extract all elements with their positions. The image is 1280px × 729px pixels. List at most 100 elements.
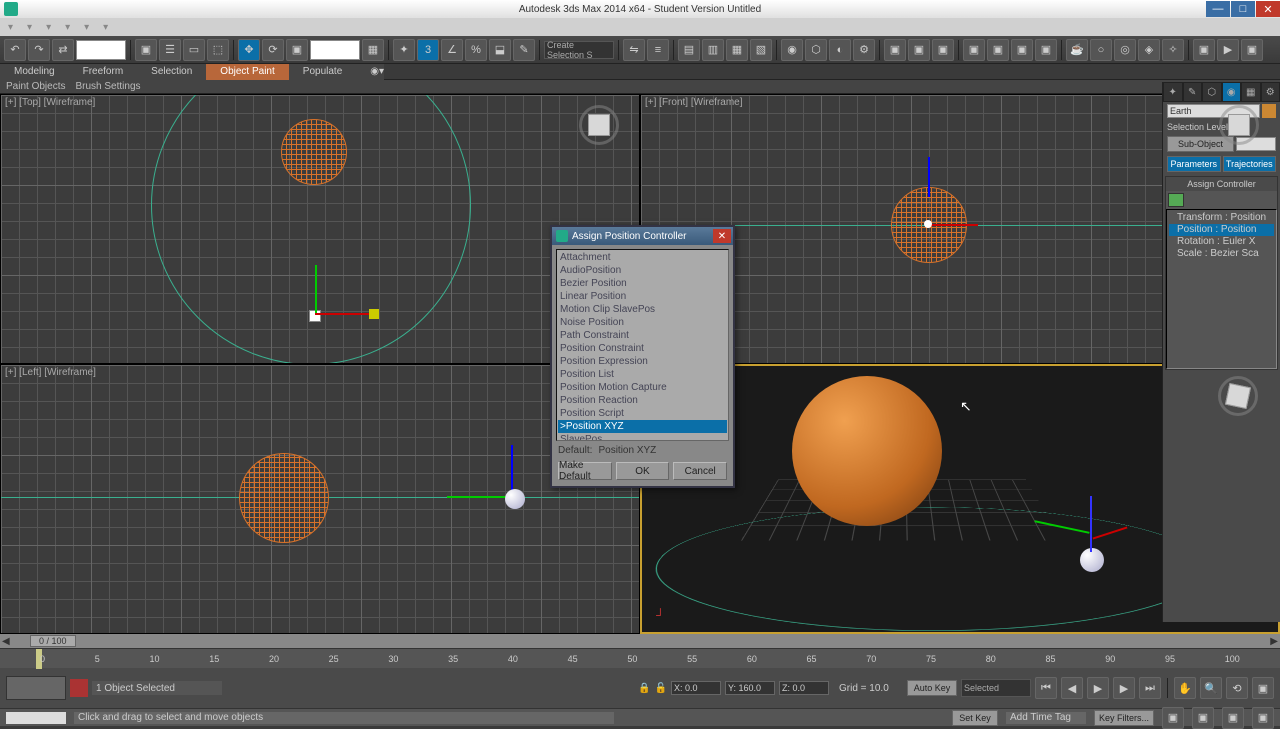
nav-zoom-button[interactable]: 🔍 [1200, 677, 1222, 699]
edit-named-sel-button[interactable]: ✎ [513, 39, 535, 61]
tree-item[interactable]: Scale : Bezier Sca [1169, 248, 1274, 260]
schematic-button[interactable]: ⬡ [805, 39, 827, 61]
minimize-button[interactable]: — [1206, 1, 1230, 17]
list-item[interactable]: Motion Clip SlavePos [558, 303, 727, 316]
align-button[interactable]: ≡ [647, 39, 669, 61]
play-next-button[interactable]: ▶ [1113, 677, 1135, 699]
controller-tree[interactable]: Transform : Position Position : Position… [1166, 209, 1277, 369]
cancel-button[interactable]: Cancel [673, 462, 727, 480]
r5-button[interactable]: ▣ [987, 39, 1009, 61]
o7-button[interactable]: ▣ [1241, 39, 1263, 61]
tab-freeform[interactable]: Freeform [69, 64, 138, 80]
cmdtab-hierarchy[interactable]: ⬡ [1202, 82, 1222, 102]
list-item[interactable]: Position Motion Capture [558, 381, 727, 394]
viewport-label[interactable]: [+] [Left] [Wireframe] [5, 367, 96, 378]
cmdtab-create[interactable]: ✦ [1163, 82, 1183, 102]
r2-button[interactable]: ▣ [908, 39, 930, 61]
play-start-button[interactable]: ⏮ [1035, 677, 1057, 699]
tab-populate[interactable]: Populate [289, 64, 356, 80]
coord-y[interactable]: Y: 160.0 [725, 681, 775, 695]
layers-button[interactable]: ▤ [678, 39, 700, 61]
axis-handle[interactable] [369, 309, 379, 319]
object-color-swatch[interactable] [1262, 104, 1276, 118]
viewport-left[interactable]: [+] [Left] [Wireframe] [0, 364, 640, 634]
close-button[interactable]: ✕ [1256, 1, 1280, 17]
o5-button[interactable]: ▣ [1193, 39, 1215, 61]
window-crossing-button[interactable]: ⬚ [207, 39, 229, 61]
nav2-2[interactable]: ▣ [1192, 707, 1214, 729]
curve-editor-button[interactable]: ◉ [781, 39, 803, 61]
layer4-button[interactable]: ▧ [750, 39, 772, 61]
menubar[interactable]: ▾▾▾▾▾▾ [0, 18, 1280, 36]
o4-button[interactable]: ✧ [1162, 39, 1184, 61]
nav-max-button[interactable]: ▣ [1252, 677, 1274, 699]
r7-button[interactable]: ▣ [1035, 39, 1057, 61]
o3-button[interactable]: ◈ [1138, 39, 1160, 61]
key-mode-dropdown[interactable]: Selected [961, 679, 1031, 697]
lock-icon[interactable]: 🔒 [638, 683, 650, 694]
angle-snap-button[interactable]: ∠ [441, 39, 463, 61]
rect-select-button[interactable]: ▭ [183, 39, 205, 61]
list-item[interactable]: Noise Position [558, 316, 727, 329]
list-item[interactable]: Position Constraint [558, 342, 727, 355]
nav2-4[interactable]: ▣ [1252, 707, 1274, 729]
tab-selection[interactable]: Selection [137, 64, 206, 80]
list-item[interactable]: SlavePos [558, 433, 727, 441]
o1-button[interactable]: ○ [1090, 39, 1112, 61]
add-time-tag[interactable]: Add Time Tag [1006, 712, 1086, 724]
scale-button[interactable]: ▣ [286, 39, 308, 61]
tab-expand[interactable]: ◉▾ [356, 64, 384, 80]
spinner-snap-button[interactable]: ⬓ [489, 39, 511, 61]
r3-button[interactable]: ▣ [932, 39, 954, 61]
list-item[interactable]: Path Constraint [558, 329, 727, 342]
tree-item[interactable]: Position : Position [1169, 224, 1274, 236]
cmdtab-modify[interactable]: ✎ [1183, 82, 1203, 102]
ok-button[interactable]: OK [616, 462, 670, 480]
coord-x[interactable]: X: 0.0 [671, 681, 721, 695]
dialog-close-button[interactable]: ✕ [713, 229, 731, 243]
dialog-titlebar[interactable]: Assign Position Controller ✕ [552, 227, 733, 245]
maximize-button[interactable]: □ [1231, 1, 1255, 17]
viewcube[interactable] [579, 105, 619, 145]
autokey-button[interactable]: Auto Key [907, 680, 957, 696]
redo-button[interactable]: ↷ [28, 39, 50, 61]
link-dropdown[interactable] [76, 40, 126, 60]
trajectories-button[interactable]: Trajectories [1223, 156, 1277, 172]
list-item[interactable]: Position Expression [558, 355, 727, 368]
script-input[interactable] [6, 712, 66, 724]
percent-snap-button[interactable]: % [465, 39, 487, 61]
earth-sphere[interactable] [1080, 548, 1104, 572]
setkey-button[interactable]: Set Key [952, 710, 998, 726]
tab-objectpaint[interactable]: Object Paint [206, 64, 288, 80]
render-button[interactable]: ☕ [1066, 39, 1088, 61]
select-name-button[interactable]: ☰ [159, 39, 181, 61]
make-default-button[interactable]: Make Default [558, 462, 612, 480]
viewcube[interactable] [1219, 105, 1259, 145]
r1-button[interactable]: ▣ [884, 39, 906, 61]
gizmo-center[interactable] [924, 220, 932, 228]
nav-pan-button[interactable]: ✋ [1174, 677, 1196, 699]
keyfilters-button[interactable]: Key Filters... [1094, 710, 1154, 726]
parameters-button[interactable]: Parameters [1167, 156, 1221, 172]
script-rec-button[interactable] [70, 679, 88, 697]
controller-list[interactable]: Attachment AudioPosition Bezier Position… [556, 249, 729, 441]
cmdtab-display[interactable]: ▦ [1241, 82, 1261, 102]
list-item[interactable]: Attachment [558, 251, 727, 264]
cmdtab-motion[interactable]: ◉ [1222, 82, 1242, 102]
named-selection-dropdown[interactable]: Create Selection S [544, 41, 614, 59]
viewport-label[interactable]: [+] [Top] [Wireframe] [5, 97, 95, 108]
list-item[interactable]: Position Reaction [558, 394, 727, 407]
cmdtab-utilities[interactable]: ⚙ [1261, 82, 1280, 102]
timeline[interactable]: 0510152025303540455055606570758085909510… [0, 648, 1280, 668]
list-item[interactable]: Position Script [558, 407, 727, 420]
o6-button[interactable]: ▶ [1217, 39, 1239, 61]
layer3-button[interactable]: ▦ [726, 39, 748, 61]
material-button[interactable]: ◐ [829, 39, 851, 61]
play-prev-button[interactable]: ◀ [1061, 677, 1083, 699]
play-button[interactable]: ▶ [1087, 677, 1109, 699]
list-item[interactable]: Linear Position [558, 290, 727, 303]
pivot-button[interactable]: ▦ [362, 39, 384, 61]
mirror-button[interactable]: ⇋ [623, 39, 645, 61]
ref-coord-dropdown[interactable] [310, 40, 360, 60]
list-item[interactable]: Bezier Position [558, 277, 727, 290]
